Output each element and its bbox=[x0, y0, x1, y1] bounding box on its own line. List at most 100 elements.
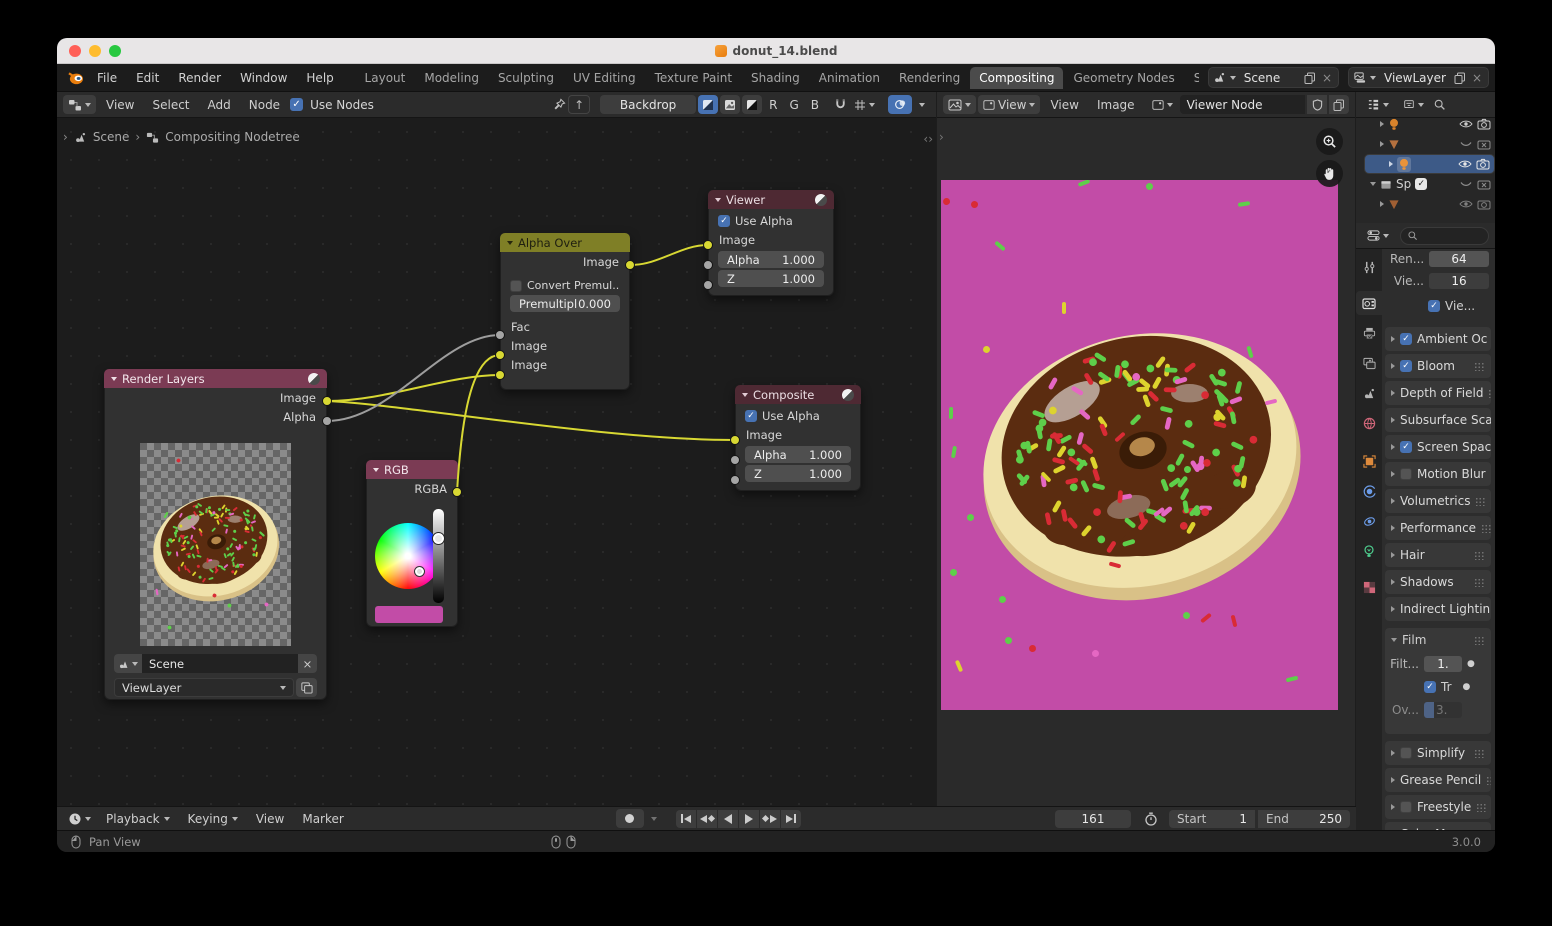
expand-icon[interactable] bbox=[1380, 201, 1384, 207]
overscan-slider[interactable]: 3. bbox=[1424, 702, 1462, 718]
menu-file[interactable]: File bbox=[88, 68, 126, 88]
image-menu-view[interactable]: View bbox=[1042, 95, 1086, 115]
hide-eye-icon[interactable] bbox=[1459, 199, 1473, 209]
workspace-tab-texture-paint[interactable]: Texture Paint bbox=[646, 67, 741, 89]
start-frame-field[interactable]: Start1 bbox=[1169, 810, 1255, 828]
z-field[interactable]: Z1.000 bbox=[745, 465, 851, 482]
tab-constraints[interactable] bbox=[1356, 509, 1382, 533]
jump-to-end-button[interactable] bbox=[781, 810, 801, 828]
color-wheel[interactable] bbox=[375, 523, 441, 589]
camera-visibility-icon[interactable] bbox=[1477, 198, 1491, 210]
workspace-tab-compositing[interactable]: Compositing bbox=[970, 67, 1063, 89]
collapse-node-icon[interactable] bbox=[742, 393, 748, 397]
outliner-display-mode[interactable] bbox=[1362, 95, 1394, 114]
scene-field[interactable]: Scene × bbox=[114, 654, 317, 673]
node-preview-icon[interactable] bbox=[815, 194, 827, 206]
motion-blur-checkbox[interactable] bbox=[1400, 468, 1412, 480]
camera-disabled-icon[interactable] bbox=[1477, 178, 1491, 190]
node-preview-icon[interactable] bbox=[308, 373, 320, 385]
backdrop-button[interactable]: Backdrop bbox=[600, 95, 696, 114]
region-split-arrow[interactable]: › bbox=[939, 130, 944, 144]
search-icon[interactable] bbox=[1433, 98, 1446, 111]
playback-menu[interactable]: Playback bbox=[98, 809, 178, 829]
backdrop-alpha-toggle[interactable] bbox=[742, 95, 762, 114]
animate-dot-icon[interactable]: ● bbox=[1467, 659, 1475, 669]
node-preview-icon[interactable] bbox=[842, 389, 854, 401]
viewlayer-dropdown[interactable]: ViewLayer bbox=[114, 678, 294, 697]
camera-visibility-icon[interactable] bbox=[1476, 158, 1490, 170]
panel-grease-pencil[interactable]: Grease Pencil bbox=[1385, 768, 1491, 792]
scene-value[interactable]: Scene bbox=[142, 654, 298, 673]
hide-eye-icon[interactable] bbox=[1459, 119, 1473, 129]
node-menu-select[interactable]: Select bbox=[144, 95, 197, 115]
render-samples-field[interactable]: 64 bbox=[1429, 251, 1489, 267]
outliner-row-cone2[interactable] bbox=[1356, 194, 1495, 214]
animate-dot-icon[interactable]: ● bbox=[1463, 682, 1471, 692]
outliner-row-light-selected[interactable] bbox=[1364, 154, 1495, 174]
z-field[interactable]: Z1.000 bbox=[718, 270, 824, 287]
workspace-tab-sculpting[interactable]: Sculpting bbox=[489, 67, 563, 89]
outliner-row-collection[interactable]: Sp ✓ bbox=[1356, 174, 1495, 194]
use-alpha-checkbox[interactable] bbox=[745, 410, 757, 422]
auto-keying-dropdown[interactable] bbox=[646, 809, 662, 828]
tab-view-layer[interactable] bbox=[1356, 351, 1382, 375]
panel-performance[interactable]: Performance bbox=[1385, 516, 1491, 540]
tab-object[interactable] bbox=[1356, 449, 1382, 473]
panel-shadows[interactable]: Shadows bbox=[1385, 570, 1491, 594]
color-wheel-cursor[interactable] bbox=[415, 567, 424, 576]
simplify-checkbox[interactable] bbox=[1400, 747, 1412, 759]
color-swatch[interactable] bbox=[375, 606, 443, 623]
panel-subsurface-scattering[interactable]: Subsurface Sca bbox=[1385, 408, 1491, 432]
editor-type-button[interactable] bbox=[943, 95, 976, 114]
alpha-field[interactable]: Alpha1.000 bbox=[718, 251, 824, 268]
camera-visibility-icon[interactable] bbox=[1477, 118, 1491, 130]
bloom-checkbox[interactable] bbox=[1400, 360, 1412, 372]
panel-volumetrics[interactable]: Volumetrics bbox=[1385, 489, 1491, 513]
tab-output[interactable] bbox=[1356, 321, 1382, 345]
node-rgb[interactable]: RGB RGBA bbox=[366, 460, 458, 627]
film-header[interactable]: Film bbox=[1385, 628, 1491, 647]
node-viewer[interactable]: Viewer Use Alpha Image Alpha1.000 Z1.000 bbox=[708, 190, 834, 296]
new-scene-icon[interactable] bbox=[1304, 72, 1316, 84]
properties-editor-type[interactable] bbox=[1362, 226, 1394, 245]
scene-icon[interactable] bbox=[114, 654, 142, 673]
workspace-tab-modeling[interactable]: Modeling bbox=[415, 67, 488, 89]
menu-render[interactable]: Render bbox=[169, 68, 230, 88]
tab-render[interactable] bbox=[1356, 291, 1382, 315]
collapse-node-icon[interactable] bbox=[373, 468, 379, 472]
workspace-tab-rendering[interactable]: Rendering bbox=[890, 67, 969, 89]
unlink-scene-button[interactable]: × bbox=[298, 654, 317, 673]
collapse-node-icon[interactable] bbox=[715, 198, 721, 202]
collection-checkbox[interactable]: ✓ bbox=[1415, 178, 1427, 190]
snap-magnet-icon[interactable] bbox=[834, 98, 847, 111]
collapse-arrow-icon[interactable]: › bbox=[63, 130, 68, 144]
node-alpha-over[interactable]: Alpha Over Image Convert Premul... Premu… bbox=[500, 233, 630, 390]
channel-g-toggle[interactable]: G bbox=[784, 95, 803, 115]
play-button[interactable] bbox=[739, 810, 759, 828]
minimize-window-button[interactable] bbox=[89, 45, 101, 57]
pan-hand-gizmo-button[interactable] bbox=[1316, 160, 1343, 187]
collapse-node-icon[interactable] bbox=[111, 377, 117, 381]
alpha-field[interactable]: Alpha1.000 bbox=[745, 446, 851, 463]
overlays-toggle[interactable] bbox=[888, 95, 912, 114]
jump-to-start-button[interactable] bbox=[676, 810, 696, 828]
convert-premultiplied-checkbox[interactable] bbox=[510, 280, 522, 292]
timeline-editor-type[interactable] bbox=[63, 809, 96, 828]
value-slider[interactable] bbox=[433, 509, 444, 603]
zoom-gizmo-button[interactable] bbox=[1316, 128, 1343, 155]
workspace-tab-animation[interactable]: Animation bbox=[810, 67, 889, 89]
expand-icon[interactable] bbox=[1389, 161, 1393, 167]
collapse-icon[interactable] bbox=[1370, 182, 1376, 186]
play-reverse-button[interactable] bbox=[718, 810, 738, 828]
new-image-icon[interactable] bbox=[1329, 95, 1349, 114]
pin-icon[interactable] bbox=[553, 98, 566, 111]
image-browse-dropdown[interactable] bbox=[1147, 95, 1178, 114]
use-alpha-checkbox[interactable] bbox=[718, 215, 730, 227]
image-menu-image[interactable]: Image bbox=[1089, 95, 1143, 115]
new-viewlayer-icon[interactable] bbox=[1454, 72, 1466, 84]
stopwatch-icon[interactable] bbox=[1141, 812, 1161, 826]
menu-help[interactable]: Help bbox=[297, 68, 342, 88]
tab-world[interactable] bbox=[1356, 411, 1382, 435]
filter-size-field[interactable]: 1. bbox=[1424, 656, 1462, 672]
current-frame-field[interactable]: 161 bbox=[1055, 810, 1131, 828]
